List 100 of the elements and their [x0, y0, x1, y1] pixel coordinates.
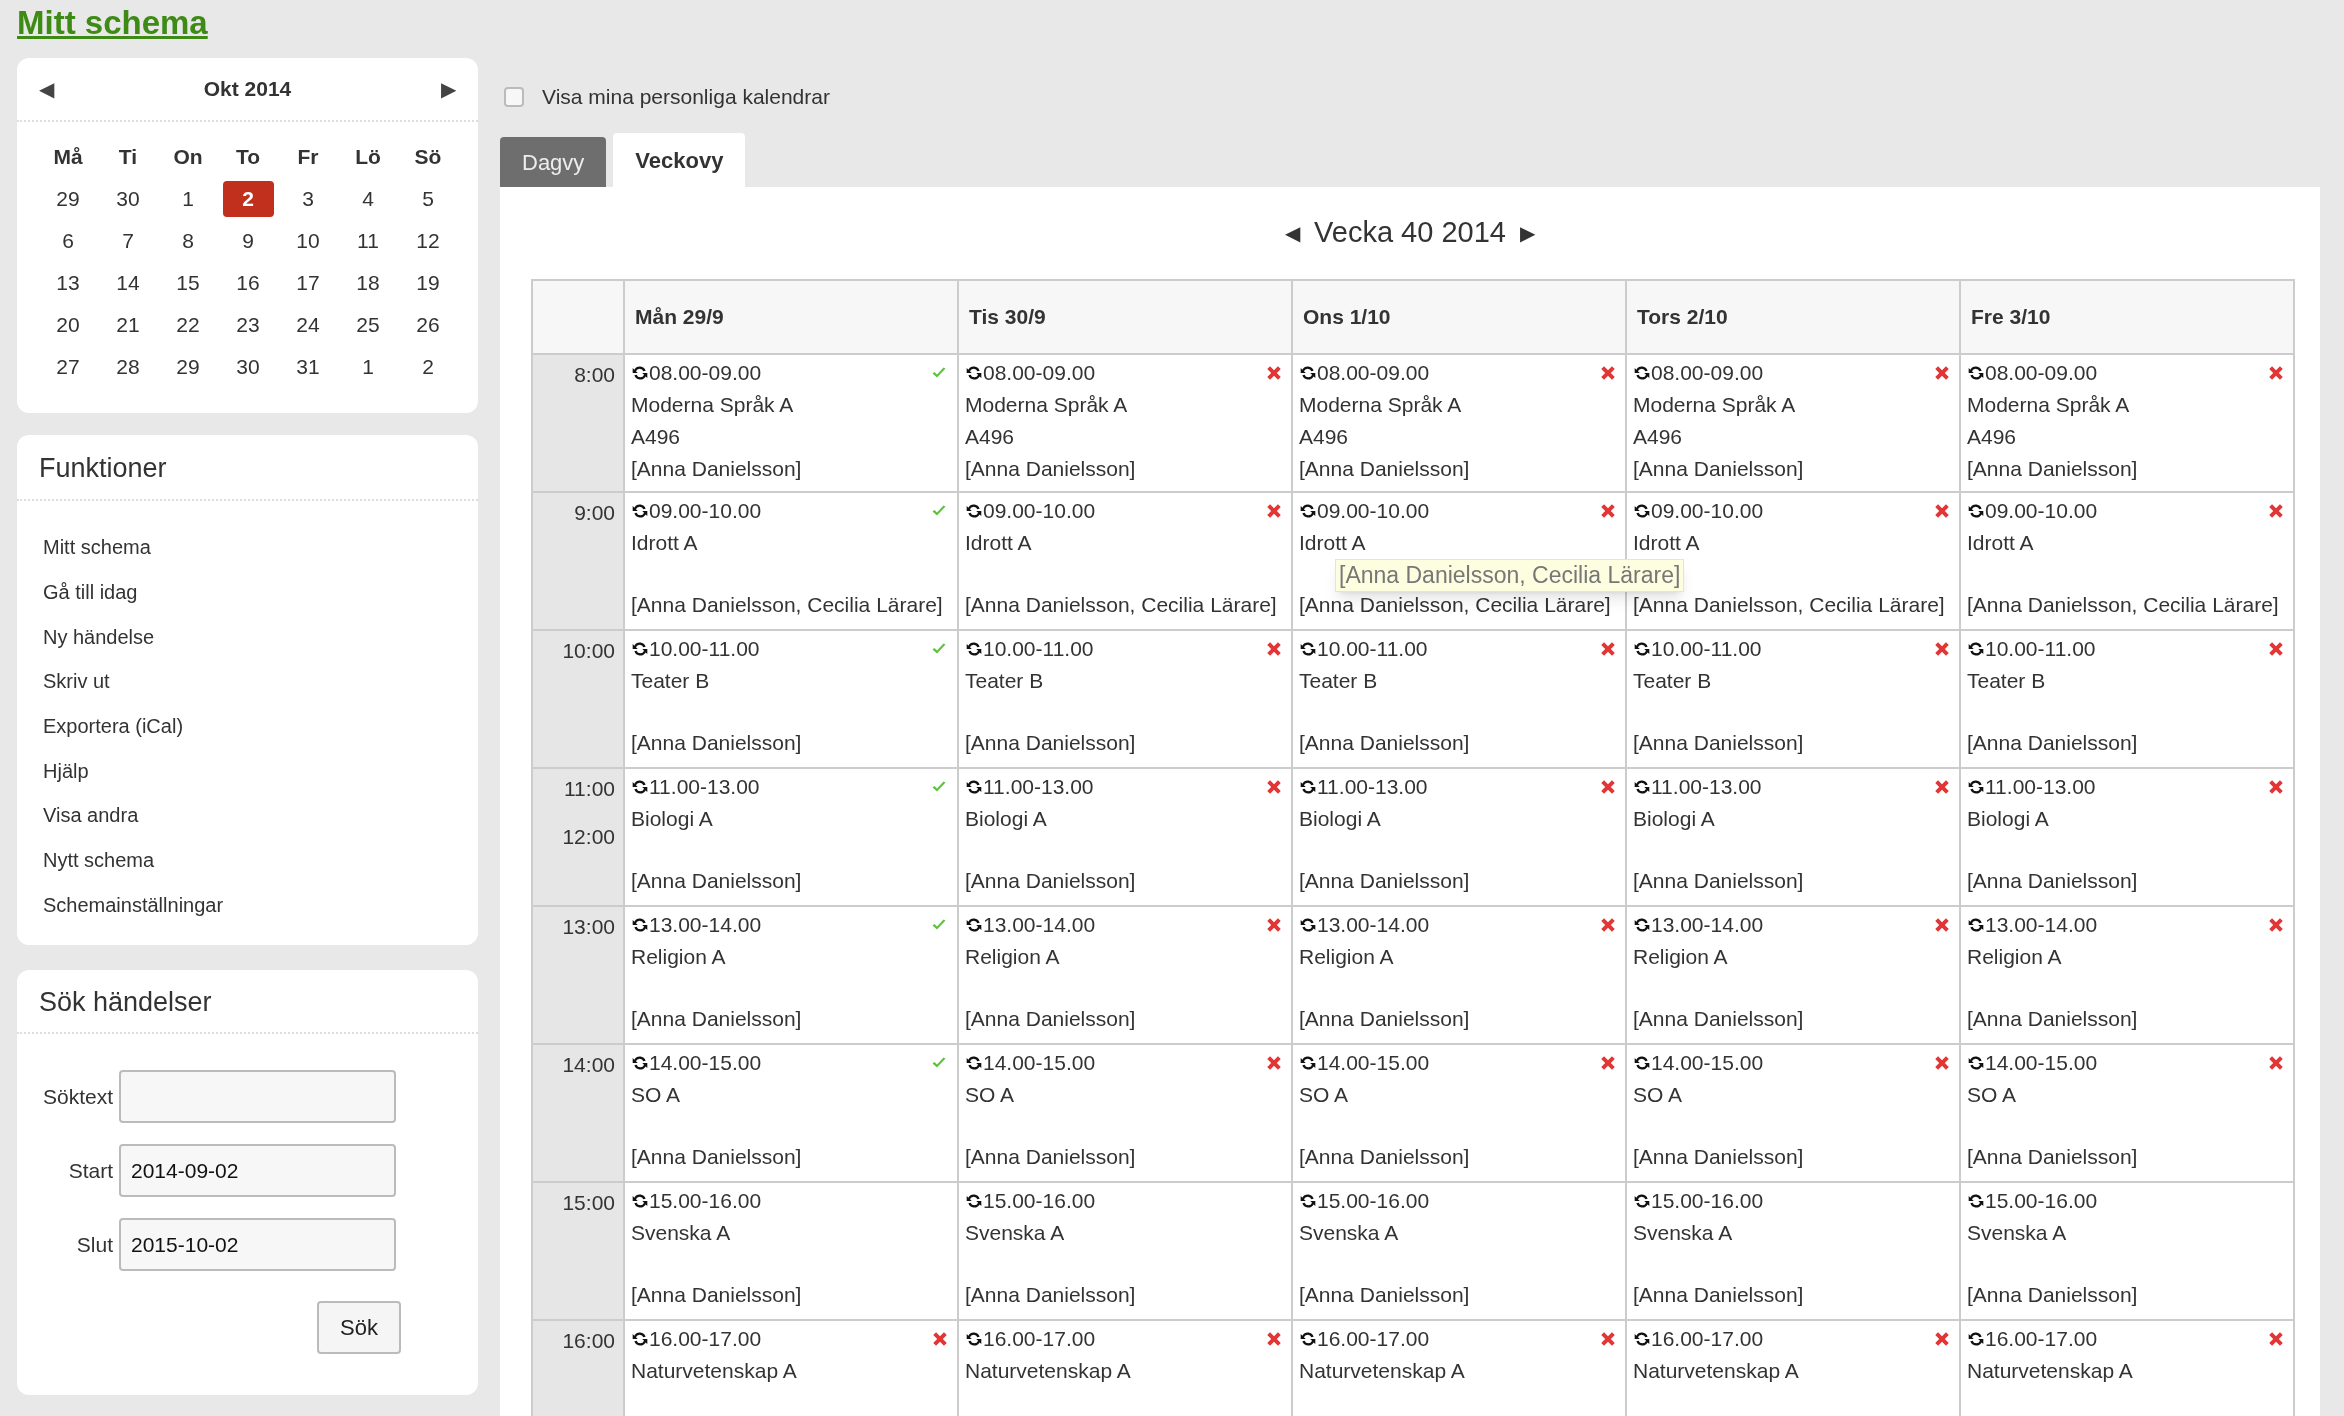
event-card[interactable]: 10.00-11.00 Teater B [Anna Danielsson] [625, 631, 959, 769]
event-card[interactable]: 14.00-15.00 SO A [Anna Danielsson] [1293, 1045, 1627, 1183]
calendar-day[interactable]: 11 [342, 223, 394, 259]
calendar-day[interactable]: 31 [282, 349, 334, 385]
calendar-day[interactable]: 13 [42, 265, 94, 301]
calendar-day[interactable]: 15 [162, 265, 214, 301]
input-field[interactable]: 2014-09-02 [119, 1144, 396, 1197]
calendar-day[interactable]: 14 [102, 265, 154, 301]
event-card[interactable]: 10.00-11.00 Teater B [Anna Danielsson] [1293, 631, 1627, 769]
calendar-day[interactable]: 22 [162, 307, 214, 343]
calendar-day[interactable]: 9 [222, 223, 274, 259]
input-field[interactable]: 2015-10-02 [119, 1218, 396, 1271]
next-week-button[interactable]: ▶ [1519, 218, 1535, 248]
search-button[interactable]: Sök [317, 1301, 401, 1354]
close-icon[interactable] [2267, 778, 2285, 796]
close-icon[interactable] [1265, 1054, 1283, 1072]
event-card[interactable]: 11.00-13.00 Biologi A [Anna Danielsson] [1293, 769, 1627, 907]
event-card[interactable]: 14.00-15.00 SO A [Anna Danielsson] [959, 1045, 1293, 1183]
event-card[interactable]: 11.00-13.00 Biologi A [Anna Danielsson] [959, 769, 1293, 907]
menu-link[interactable]: Schemainställningar [43, 889, 224, 920]
menu-link[interactable]: Mitt schema [43, 532, 151, 563]
checkbox[interactable] [504, 86, 524, 107]
close-icon[interactable] [1265, 778, 1283, 796]
calendar-day[interactable]: 1 [162, 181, 214, 217]
event-card[interactable]: 13.00-14.00 Religion A [Anna Danielsson] [959, 907, 1293, 1045]
calendar-day[interactable]: 16 [222, 265, 274, 301]
close-icon[interactable] [1933, 1330, 1951, 1348]
previous-month-button[interactable]: ◀ [39, 74, 54, 104]
calendar-day[interactable]: 29 [42, 181, 94, 217]
tab[interactable]: Veckovy [613, 133, 746, 187]
event-card[interactable]: 10.00-11.00 Teater B [Anna Danielsson] [1961, 631, 2295, 769]
event-card[interactable]: 14.00-15.00 SO A [Anna Danielsson] [1627, 1045, 1961, 1183]
close-icon[interactable] [2267, 1330, 2285, 1348]
event-card[interactable]: 13.00-14.00 Religion A [Anna Danielsson] [1627, 907, 1961, 1045]
close-icon[interactable] [1599, 778, 1617, 796]
page-title-link[interactable]: Mitt schema [17, 0, 208, 58]
event-card[interactable]: 13.00-14.00 Religion A [Anna Danielsson] [1961, 907, 2295, 1045]
calendar-day[interactable]: 6 [42, 223, 94, 259]
calendar-day[interactable]: 23 [222, 307, 274, 343]
close-icon[interactable] [1599, 916, 1617, 934]
menu-link[interactable]: Gå till idag [43, 577, 138, 608]
event-card[interactable]: 09.00-10.00 Idrott A [Anna Danielsson, Cecilia Lärare] [1961, 493, 2295, 631]
calendar-day[interactable]: 2 [402, 349, 454, 385]
close-icon[interactable] [2267, 916, 2285, 934]
input-field[interactable] [119, 1070, 396, 1123]
close-icon[interactable] [1933, 778, 1951, 796]
calendar-day[interactable]: 2 [222, 181, 274, 217]
event-card[interactable]: 13.00-14.00 Religion A [Anna Danielsson] [1293, 907, 1627, 1045]
menu-link[interactable]: Exportera (iCal) [43, 711, 184, 742]
close-icon[interactable] [1599, 640, 1617, 658]
close-icon[interactable] [1933, 1054, 1951, 1072]
event-card[interactable]: 08.00-09.00 Moderna Språk A A496 [Anna Danielsson] [1293, 355, 1627, 493]
calendar-day[interactable]: 3 [282, 181, 334, 217]
calendar-day[interactable]: 26 [402, 307, 454, 343]
close-icon[interactable] [1265, 502, 1283, 520]
event-card[interactable]: 11.00-13.00 Biologi A [Anna Danielsson] [625, 769, 959, 907]
close-icon[interactable] [1265, 1330, 1283, 1348]
event-card[interactable]: 15.00-16.00 Svenska A [Anna Danielsson] [625, 1183, 959, 1321]
close-icon[interactable] [1933, 640, 1951, 658]
event-card[interactable]: 15.00-16.00 Svenska A [Anna Danielsson] [1293, 1183, 1627, 1321]
calendar-day[interactable]: 25 [342, 307, 394, 343]
event-card[interactable]: 10.00-11.00 Teater B [Anna Danielsson] [959, 631, 1293, 769]
event-card[interactable]: 08.00-09.00 Moderna Språk A A496 [Anna Danielsson] [1627, 355, 1961, 493]
event-card[interactable]: 14.00-15.00 SO A [Anna Danielsson] [1961, 1045, 2295, 1183]
calendar-day[interactable]: 4 [342, 181, 394, 217]
next-month-button[interactable]: ▶ [441, 74, 456, 104]
calendar-day[interactable]: 8 [162, 223, 214, 259]
event-card[interactable]: 08.00-09.00 Moderna Språk A A496 [Anna Danielsson] [1961, 355, 2295, 493]
calendar-day[interactable]: 19 [402, 265, 454, 301]
calendar-day[interactable]: 5 [402, 181, 454, 217]
close-icon[interactable] [1933, 916, 1951, 934]
close-icon[interactable] [2267, 1054, 2285, 1072]
close-icon[interactable] [1265, 640, 1283, 658]
event-card[interactable]: 13.00-14.00 Religion A [Anna Danielsson] [625, 907, 959, 1045]
previous-week-button[interactable]: ◀ [1285, 218, 1301, 248]
menu-link[interactable]: Visa andra [43, 800, 139, 831]
close-icon[interactable] [2267, 502, 2285, 520]
close-icon[interactable] [1599, 1054, 1617, 1072]
event-card[interactable]: 11.00-13.00 Biologi A [Anna Danielsson] [1961, 769, 2295, 907]
event-card[interactable]: 15.00-16.00 Svenska A [Anna Danielsson] [959, 1183, 1293, 1321]
event-card[interactable]: 09.00-10.00 Idrott A [Anna Danielsson, Cecilia Lärare] [959, 493, 1293, 631]
close-icon[interactable] [1265, 364, 1283, 382]
calendar-day[interactable]: 30 [102, 181, 154, 217]
close-icon[interactable] [1599, 1330, 1617, 1348]
event-card[interactable]: 10.00-11.00 Teater B [Anna Danielsson] [1627, 631, 1961, 769]
calendar-day[interactable]: 12 [402, 223, 454, 259]
calendar-day[interactable]: 17 [282, 265, 334, 301]
close-icon[interactable] [1599, 502, 1617, 520]
menu-link[interactable]: Hjälp [43, 755, 89, 786]
calendar-day[interactable]: 21 [102, 307, 154, 343]
event-card[interactable]: 11.00-13.00 Biologi A [Anna Danielsson] [1627, 769, 1961, 907]
calendar-day[interactable]: 10 [282, 223, 334, 259]
event-card[interactable]: 15.00-16.00 Svenska A [Anna Danielsson] [1961, 1183, 2295, 1321]
close-icon[interactable] [931, 1330, 949, 1348]
close-icon[interactable] [2267, 364, 2285, 382]
close-icon[interactable] [2267, 640, 2285, 658]
calendar-day[interactable]: 24 [282, 307, 334, 343]
close-icon[interactable] [1933, 364, 1951, 382]
calendar-day[interactable]: 29 [162, 349, 214, 385]
close-icon[interactable] [1933, 502, 1951, 520]
